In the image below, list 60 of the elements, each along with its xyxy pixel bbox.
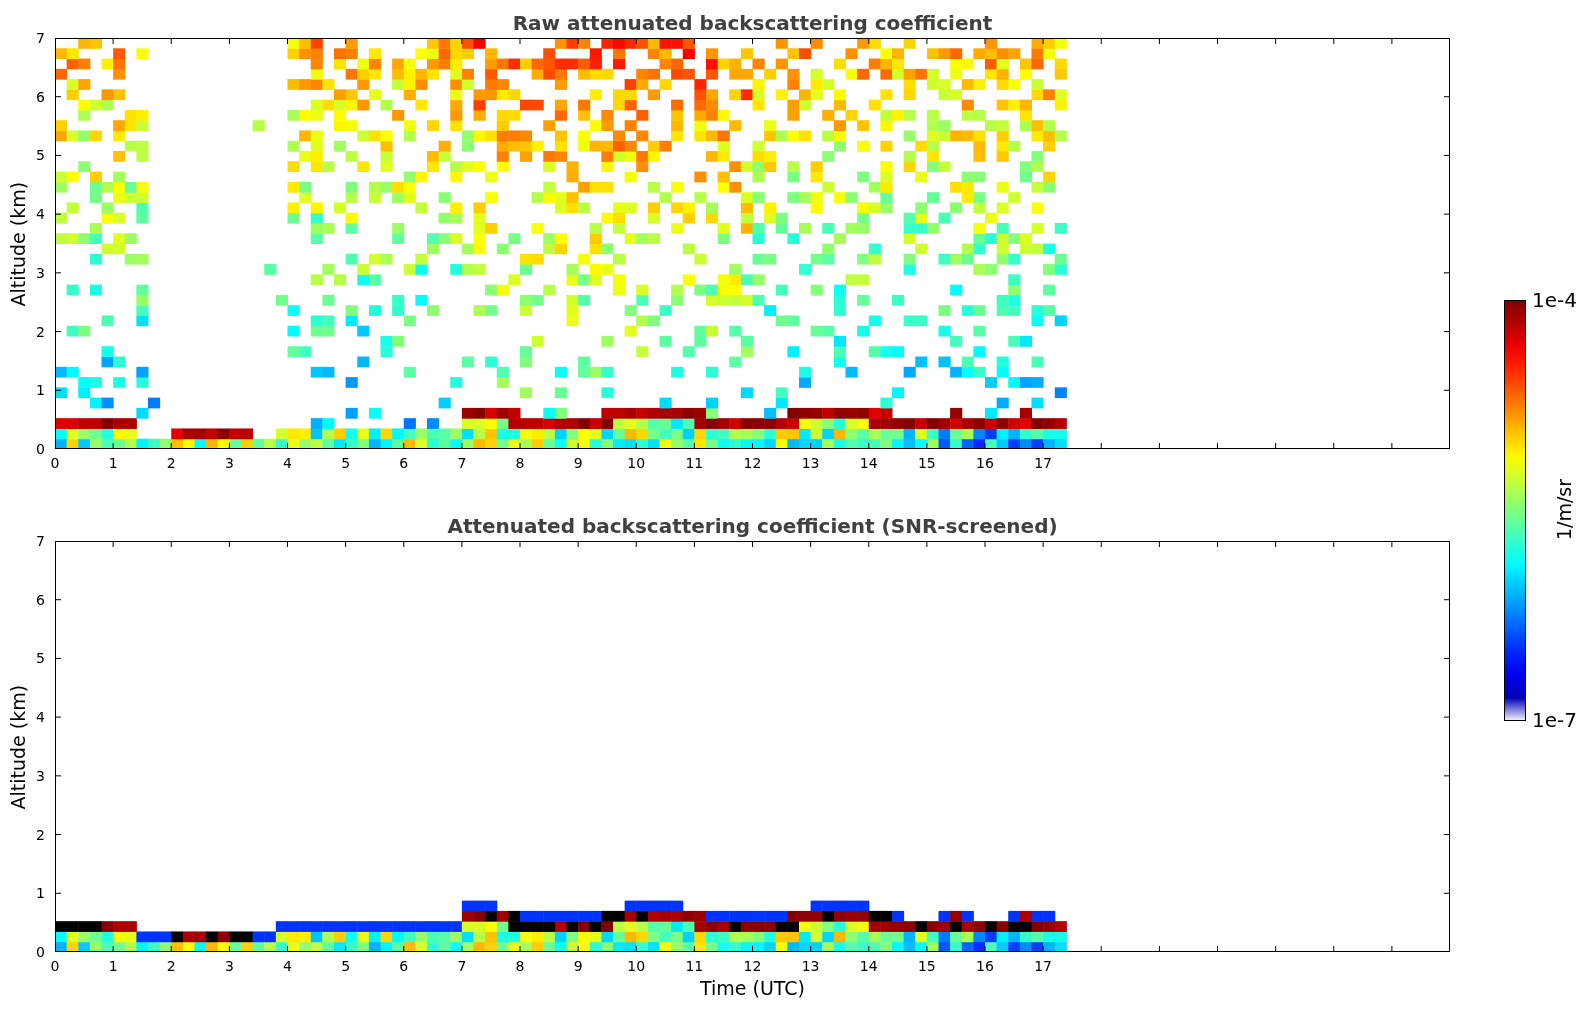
colorbar-label: 1e-7 bbox=[1532, 710, 1577, 730]
tick-label: 3 bbox=[36, 265, 45, 280]
tick-label: 14 bbox=[858, 959, 879, 973]
tick-label: 0 bbox=[36, 945, 45, 959]
tick-label: 7 bbox=[36, 534, 45, 548]
tick-label: 12 bbox=[742, 959, 763, 973]
tick-label: 2 bbox=[36, 324, 45, 339]
tick-label: 3 bbox=[36, 768, 45, 783]
tick-label: 5 bbox=[340, 456, 352, 470]
tick-label: 4 bbox=[36, 710, 45, 725]
tick-label: 7 bbox=[36, 31, 45, 45]
plot-title: Raw attenuated backscattering coefficient bbox=[511, 10, 994, 37]
tick-label: 16 bbox=[975, 456, 995, 470]
tick-label: 6 bbox=[36, 592, 45, 607]
tick-label: 17 bbox=[1033, 456, 1054, 470]
tick-label: 9 bbox=[572, 959, 584, 973]
tick-label: 14 bbox=[858, 456, 879, 470]
tick-label: 2 bbox=[36, 827, 45, 842]
tick-label: 15 bbox=[916, 456, 937, 470]
tick-label: 1 bbox=[36, 886, 45, 901]
tick-label: 1 bbox=[107, 456, 119, 470]
tick-label: 15 bbox=[916, 959, 937, 973]
tick-label: 1 bbox=[107, 959, 119, 973]
tick-label: 6 bbox=[398, 959, 410, 973]
tick-label: 12 bbox=[742, 456, 763, 470]
tick-label: 3 bbox=[223, 456, 235, 470]
tick-label: 2 bbox=[165, 456, 177, 470]
tick-label: 1 bbox=[36, 383, 45, 398]
tick-label: 10 bbox=[626, 456, 647, 470]
tick-label: 10 bbox=[626, 959, 647, 973]
axis-label: Time (UTC) bbox=[699, 979, 806, 998]
tick-label: 0 bbox=[49, 959, 61, 973]
tick-label: 2 bbox=[165, 959, 177, 973]
colorbar-label: 1e-4 bbox=[1532, 290, 1577, 310]
tick-label: 6 bbox=[398, 456, 410, 470]
tick-label: 13 bbox=[800, 456, 821, 470]
axis-label: Altitude (km) bbox=[5, 180, 30, 309]
axis-label: Altitude (km) bbox=[5, 683, 30, 812]
tick-label: 9 bbox=[572, 456, 584, 470]
tick-label: 0 bbox=[36, 442, 45, 456]
tick-label: 5 bbox=[36, 651, 45, 666]
tick-label: 4 bbox=[282, 959, 293, 973]
tick-label: 6 bbox=[36, 89, 45, 104]
plot-title: Attenuated backscattering coefficient (SNR-screened) bbox=[446, 513, 1059, 540]
tick-label: 0 bbox=[49, 456, 61, 470]
colorbar-title: 1/m/sr bbox=[1554, 477, 1574, 543]
tick-label: 7 bbox=[456, 959, 468, 973]
tick-label: 3 bbox=[223, 959, 235, 973]
tick-label: 17 bbox=[1033, 959, 1054, 973]
tick-label: 5 bbox=[340, 959, 352, 973]
tick-label: 8 bbox=[514, 959, 526, 973]
tick-label: 7 bbox=[456, 456, 468, 470]
tick-label: 13 bbox=[800, 959, 821, 973]
tick-label: 4 bbox=[282, 456, 293, 470]
tick-label: 11 bbox=[684, 456, 705, 470]
tick-label: 8 bbox=[514, 456, 526, 470]
tick-label: 4 bbox=[36, 207, 45, 222]
tick-label: 11 bbox=[684, 959, 705, 973]
tick-label: 16 bbox=[975, 959, 995, 973]
tick-label: 5 bbox=[36, 148, 45, 163]
